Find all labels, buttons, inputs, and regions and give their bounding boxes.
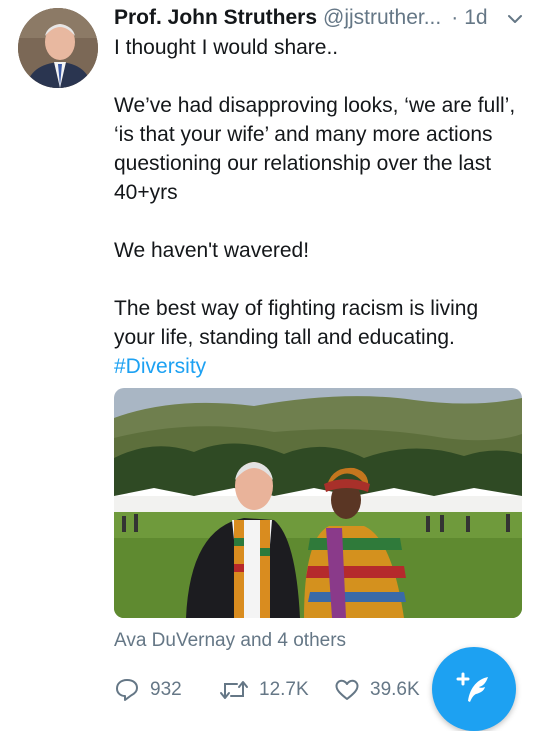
heart-icon — [335, 679, 359, 700]
compose-tweet-icon — [456, 672, 488, 702]
hashtag-link[interactable]: #Diversity — [114, 352, 524, 381]
reply-button[interactable]: 932 — [114, 675, 182, 705]
avatar[interactable] — [18, 8, 98, 88]
author-handle[interactable]: @jjstruther... — [323, 6, 441, 30]
separator-dot: · — [451, 6, 459, 29]
tweet-paragraph: We haven't wavered! — [114, 239, 310, 262]
retweet-icon — [220, 681, 248, 699]
tweet-actions: 932 12.7K 39.6K — [114, 675, 434, 705]
compose-tweet-button[interactable] — [432, 647, 516, 731]
retweet-button[interactable]: 12.7K — [219, 675, 309, 705]
tweet-photo[interactable] — [114, 388, 522, 618]
tweet-paragraph: I thought I would share.. — [114, 36, 339, 59]
chevron-down-icon[interactable] — [506, 10, 524, 28]
tweet-timestamp[interactable]: 1d — [464, 6, 487, 30]
reply-count: 932 — [150, 679, 182, 700]
tweet-text: I thought I would share.. We’ve had disa… — [114, 33, 524, 381]
author-name[interactable]: Prof. John Struthers — [114, 6, 317, 30]
tweet-paragraph: The best way of fighting racism is livin… — [114, 294, 524, 381]
reply-icon — [116, 679, 138, 701]
photo-image — [114, 388, 522, 618]
retweet-count: 12.7K — [259, 679, 309, 700]
like-button[interactable]: 39.6K — [334, 675, 420, 705]
avatar-image — [18, 8, 98, 88]
tweet-paragraph: We’ve had disapproving looks, ‘we are fu… — [114, 94, 516, 204]
tweet-header: Prof. John Struthers @jjstruther... · 1d — [114, 4, 524, 32]
social-context-link[interactable]: Ava DuVernay and 4 others — [114, 630, 346, 652]
like-count: 39.6K — [370, 679, 420, 700]
tweet-paragraph-text: The best way of fighting racism is livin… — [114, 297, 479, 349]
